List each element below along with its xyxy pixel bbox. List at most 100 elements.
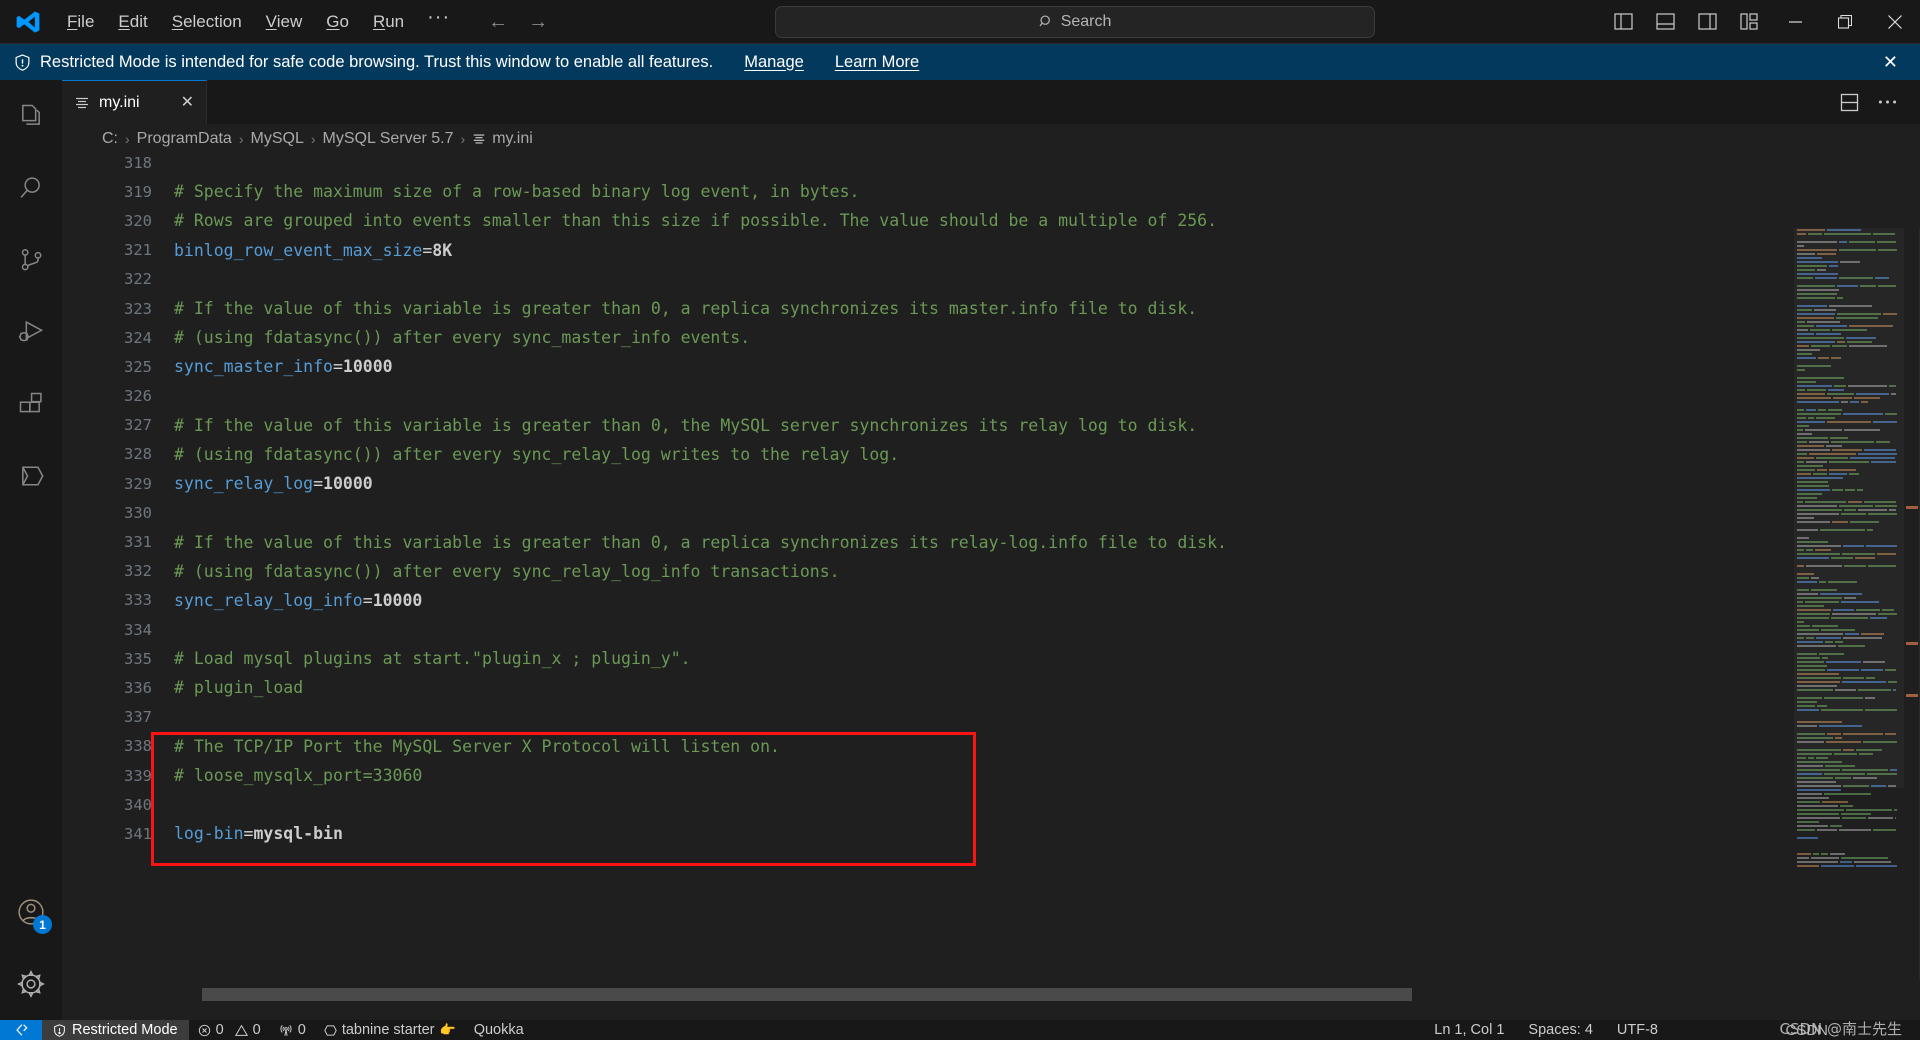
window-minimize-button[interactable] — [1770, 0, 1820, 44]
sidebar-item-extensions[interactable] — [0, 368, 62, 440]
sidebar-item-search[interactable] — [0, 152, 62, 224]
menu-edit[interactable]: Edit — [107, 8, 158, 36]
line-content: sync_master_info=10000 — [174, 357, 393, 377]
sidebar-item-run-and-debug[interactable] — [0, 296, 62, 368]
editor-actions — [1832, 80, 1920, 124]
forward-arrow-icon[interactable]: → — [528, 12, 548, 32]
code-line[interactable]: 341 log-bin=mysql-bin — [62, 819, 1227, 848]
code-line-partial: 318 — [62, 154, 1227, 177]
status-tabnine-emoji: 👉 — [439, 1022, 456, 1037]
toggle-secondary-sidebar-icon[interactable] — [1686, 0, 1728, 44]
line-content: # Load mysql plugins at start."plugin_x … — [174, 649, 691, 669]
code-line[interactable]: 325 sync_master_info=10000 — [62, 352, 1227, 381]
line-content: # If the value of this variable is great… — [174, 299, 1198, 319]
horizontal-scrollbar[interactable] — [62, 986, 1920, 1002]
code-line[interactable]: 338 # The TCP/IP Port the MySQL Server X … — [62, 732, 1227, 761]
code-line[interactable]: 327 # If the value of this variable is gr… — [62, 411, 1227, 440]
tab-my-ini[interactable]: my.ini ✕ — [62, 80, 207, 124]
menu-view[interactable]: View — [255, 8, 314, 36]
breadcrumb-file-label: my.ini — [492, 130, 533, 147]
menu-run[interactable]: Run — [362, 8, 415, 36]
code-line[interactable]: 335 # Load mysql plugins at start."plugin… — [62, 644, 1227, 673]
toggle-primary-sidebar-icon[interactable] — [1602, 0, 1644, 44]
code-line[interactable]: 340 — [62, 790, 1227, 819]
menu-more[interactable]: ··· — [417, 6, 460, 37]
breadcrumb-item-mysql-server[interactable]: MySQL Server 5.7 — [323, 130, 454, 148]
status-restricted-mode[interactable]: Restricted Mode — [42, 1020, 189, 1040]
code-line[interactable]: 334 — [62, 615, 1227, 644]
back-arrow-icon[interactable]: ← — [488, 12, 508, 32]
banner-manage-link[interactable]: Manage — [744, 53, 804, 72]
sidebar-item-source-control[interactable] — [0, 224, 62, 296]
code-line[interactable]: 336 # plugin_load — [62, 673, 1227, 702]
code-line[interactable]: 329 sync_relay_log=10000 — [62, 469, 1227, 498]
menu-file[interactable]: File — [56, 8, 105, 36]
status-problems[interactable]: 0 0 — [189, 1020, 270, 1040]
navigation-arrows: ← → — [488, 12, 548, 32]
window-close-button[interactable] — [1870, 0, 1920, 44]
status-indentation[interactable]: Spaces: 4 — [1516, 1020, 1605, 1040]
window-restore-button[interactable] — [1820, 0, 1870, 44]
search-input[interactable]: Search — [775, 5, 1376, 38]
split-editor-down-icon[interactable] — [1832, 85, 1866, 119]
menu-selection[interactable]: Selection — [161, 8, 253, 36]
code-line[interactable]: 337 — [62, 703, 1227, 732]
breadcrumb-item-programdata[interactable]: ProgramData — [137, 130, 232, 148]
customize-layout-icon[interactable] — [1728, 0, 1770, 44]
horizontal-scrollbar-thumb[interactable] — [202, 988, 1412, 1001]
line-number: 324 — [124, 328, 152, 347]
code-line[interactable]: 319 # Specify the maximum size of a row-b… — [62, 177, 1227, 206]
code-line[interactable]: 324 # (using fdatasync()) after every syn… — [62, 323, 1227, 352]
toggle-panel-icon[interactable] — [1644, 0, 1686, 44]
code-line[interactable]: 323 # If the value of this variable is gr… — [62, 294, 1227, 323]
workspace-trust-banner: Restricted Mode is intended for safe cod… — [0, 44, 1920, 80]
status-quokka-label: Quokka — [473, 1022, 524, 1038]
line-content: # plugin_load — [174, 678, 304, 698]
menu-go[interactable]: Go — [315, 8, 360, 36]
line-number: 340 — [124, 795, 152, 814]
banner-learn-more-link[interactable]: Learn More — [835, 53, 919, 72]
minimap[interactable] — [1794, 228, 1904, 980]
sidebar-item-quokka[interactable] — [0, 440, 62, 512]
line-number: 337 — [124, 708, 152, 727]
status-ports[interactable]: 0 — [270, 1020, 315, 1040]
extensions-icon — [19, 392, 42, 413]
breadcrumb-item-file[interactable]: my.ini — [472, 130, 533, 148]
status-cursor-position[interactable]: Ln 1, Col 1 — [1422, 1020, 1516, 1040]
line-number: 318 — [124, 154, 152, 172]
code-line[interactable]: 333 sync_relay_log_info=10000 — [62, 586, 1227, 615]
line-number: 321 — [124, 241, 152, 260]
code-line[interactable]: 330 — [62, 498, 1227, 527]
more-actions-icon[interactable] — [1870, 85, 1904, 119]
code-line[interactable]: 331 # If the value of this variable is gr… — [62, 527, 1227, 556]
remote-window-button[interactable] — [0, 1020, 42, 1040]
breadcrumb-item-mysql[interactable]: MySQL — [251, 130, 304, 148]
code-line[interactable]: 321 binlog_row_event_max_size=8K — [62, 236, 1227, 265]
status-encoding[interactable]: UTF-8 — [1605, 1020, 1670, 1040]
status-bar: Restricted Mode 0 0 0 tabnine starter 👉 … — [0, 1020, 1920, 1040]
code-line[interactable]: 320 # Rows are grouped into events smalle… — [62, 206, 1227, 235]
code-line[interactable]: 326 — [62, 382, 1227, 411]
breadcrumb-item-drive[interactable]: C: — [102, 130, 118, 148]
breadcrumb-separator-icon: › — [238, 131, 244, 147]
code-line[interactable]: 339 # loose_mysqlx_port=33060 — [62, 761, 1227, 790]
banner-message: Restricted Mode is intended for safe cod… — [40, 52, 714, 71]
line-number: 323 — [124, 299, 152, 318]
warning-icon — [234, 1024, 248, 1036]
line-number: 331 — [124, 533, 152, 552]
code-line[interactable]: 328 # (using fdatasync()) after every syn… — [62, 440, 1227, 469]
sidebar-item-explorer[interactable] — [0, 80, 62, 152]
status-tabnine[interactable]: tabnine starter 👉 — [315, 1020, 465, 1040]
overview-ruler[interactable] — [1906, 228, 1918, 980]
tab-close-button[interactable]: ✕ — [181, 94, 194, 111]
code-line[interactable]: 332 # (using fdatasync()) after every syn… — [62, 557, 1227, 586]
sidebar-item-accounts[interactable]: 1 — [0, 876, 62, 948]
banner-close-button[interactable]: ✕ — [1875, 52, 1906, 73]
status-quokka[interactable]: Quokka — [465, 1020, 533, 1040]
line-content: # If the value of this variable is great… — [174, 532, 1227, 552]
status-indentation-label: Spaces: 4 — [1528, 1022, 1593, 1038]
code-editor[interactable]: 318 319 # Specify the maximum size of a ro… — [62, 154, 1920, 1020]
code-line[interactable]: 322 — [62, 265, 1227, 294]
line-number: 338 — [124, 737, 152, 756]
sidebar-item-settings[interactable] — [0, 948, 62, 1020]
